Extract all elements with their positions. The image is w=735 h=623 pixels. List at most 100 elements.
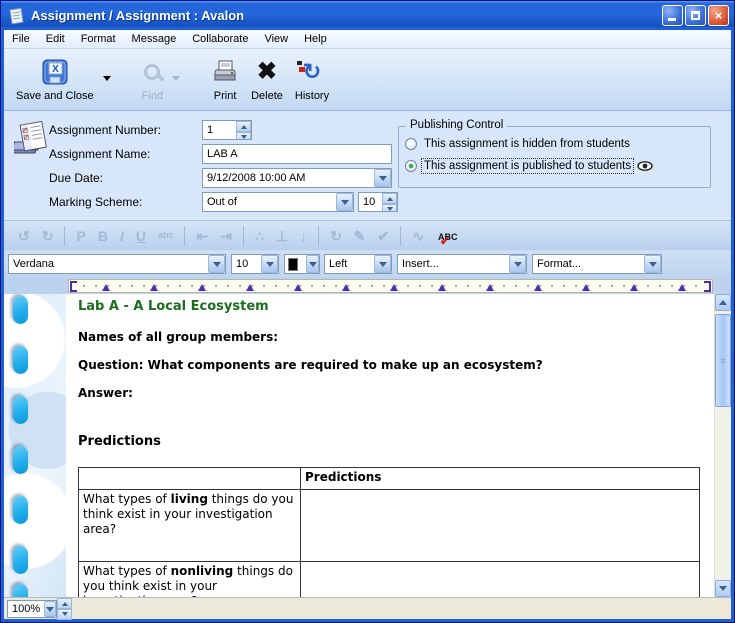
save-and-close-icon: X [40,55,70,89]
format-combo[interactable]: Format... [532,254,662,274]
document-editor[interactable]: Lab A - A Local Ecosystem Names of all g… [66,294,714,597]
spellcheck-check-icon: ✔ [440,234,450,248]
spellcheck-button[interactable]: ABC ✔ [430,227,466,245]
tab-stop-marker[interactable] [630,284,638,291]
font-size-dropdown-button[interactable] [261,255,278,273]
assignment-form: Assignment Number: Assignment Name: Due … [4,111,731,221]
tab-stop-marker[interactable] [246,284,254,291]
marking-scheme-combo[interactable]: Out of [202,192,354,212]
tab-stop-marker[interactable] [390,284,398,291]
tab-stop-marker[interactable] [534,284,542,291]
minimize-button[interactable] [662,5,683,26]
binding-pill [13,446,28,474]
spin-up-icon[interactable] [382,193,397,204]
italic-icon: I [114,229,130,243]
score-spin-buttons[interactable] [382,193,397,211]
menu-file[interactable]: File [4,31,38,47]
tab-stop-marker[interactable] [678,284,686,291]
marking-scheme-dropdown-button[interactable] [336,193,353,211]
spin-down-icon[interactable] [382,204,397,212]
print-button[interactable]: Print [205,53,245,104]
minimize-icon [668,18,676,21]
tab-stop-marker[interactable] [150,284,158,291]
due-date-dropdown-button[interactable] [374,169,391,187]
radio-published-option[interactable]: This assignment is published to students [405,158,653,174]
tab-stop-marker[interactable] [294,284,302,291]
separator [243,226,244,246]
font-color-dropdown-button[interactable] [306,255,319,273]
save-and-close-label: Save and Close [16,90,94,102]
font-color-swatch [288,258,298,271]
underline-icon: U [130,229,152,243]
zoom-dropdown-button[interactable] [44,601,56,617]
chevron-down-icon [379,262,387,271]
spin-up-icon[interactable] [236,121,251,132]
client-area: File Edit Format Message Collaborate Vie… [4,30,731,619]
save-and-close-menu-arrow[interactable] [100,55,114,101]
font-color-combo[interactable] [284,254,320,274]
menu-help[interactable]: Help [296,31,335,47]
table-cell-question-nonliving[interactable]: What types of nonliving things do you th… [79,562,301,598]
tab-stop-marker[interactable] [438,284,446,291]
insert-combo[interactable]: Insert... [397,254,527,274]
table-cell-answer-living[interactable] [301,490,700,562]
font-size-combo[interactable]: 10 [231,254,279,274]
menu-view[interactable]: View [256,31,296,47]
assignment-number-stepper[interactable]: 1 [202,120,252,140]
ruler-band [68,279,713,293]
due-date-combo[interactable]: 9/12/2008 10:00 AM [202,168,392,188]
table-cell-answer-nonliving[interactable] [301,562,700,598]
spin-down-icon[interactable] [57,609,72,620]
assignment-name-input[interactable] [203,148,391,160]
notebook-binding-decoration [4,294,66,597]
tab-stop-marker[interactable] [198,284,206,291]
close-button[interactable]: × [708,5,729,26]
tab-stop-marker[interactable] [102,284,110,291]
scroll-down-button[interactable] [715,580,731,597]
zoom-combo[interactable]: 100% [7,600,57,618]
maximize-icon [691,11,700,20]
scrollbar-thumb[interactable]: ≡ [715,314,731,407]
maximize-button[interactable] [685,5,706,26]
delete-button[interactable]: ✖ Delete [245,53,289,104]
delete-label: Delete [251,90,283,102]
insert-marker-icon: ∴ [249,229,270,243]
marking-scheme-score-stepper[interactable]: 10 [358,192,398,212]
font-family-combo[interactable]: Verdana [8,254,226,274]
scroll-up-button[interactable] [715,294,731,311]
spin-up-icon[interactable] [57,598,72,609]
font-toolbar: Verdana 10 Left Insert... Format... [4,251,731,279]
zoom-stepper[interactable] [57,598,72,616]
menu-edit[interactable]: Edit [38,31,73,47]
insert-dropdown-button[interactable] [509,255,526,273]
radio-unselected-icon[interactable] [405,138,417,150]
font-family-dropdown-button[interactable] [208,255,225,273]
history-button[interactable]: ↻ History [289,53,335,104]
undo-icon: ↺ [12,229,36,243]
format-value: Format... [533,258,644,270]
assignment-icon [14,119,54,166]
save-and-close-button[interactable]: X Save and Close [10,53,100,104]
tab-stop-marker[interactable] [582,284,590,291]
format-dropdown-button[interactable] [644,255,661,273]
left-margin-marker[interactable] [70,281,77,292]
due-date-value: 9/12/2008 10:00 AM [203,172,374,184]
menu-format[interactable]: Format [73,31,124,47]
assignment-name-field[interactable] [202,144,392,164]
alignment-dropdown-button[interactable] [374,255,391,273]
menu-collaborate[interactable]: Collaborate [184,31,256,47]
tab-stop-marker[interactable] [342,284,350,291]
tab-stop-marker[interactable] [486,284,494,291]
radio-hidden-option[interactable]: This assignment is hidden from students [405,136,632,152]
table-cell-question-living[interactable]: What types of living things do you think… [79,490,301,562]
main-toolbar: X Save and Close Find [4,49,731,111]
right-margin-marker[interactable] [704,281,711,292]
window-title: Assignment / Assignment : Avalon [31,8,660,23]
alignment-combo[interactable]: Left [324,254,392,274]
spin-down-icon[interactable] [236,132,251,140]
assignment-number-spin-buttons[interactable] [236,121,251,139]
predictions-table: Predictions What types of living things … [78,467,700,597]
menu-message[interactable]: Message [124,31,185,47]
vertical-scrollbar[interactable]: ≡ [714,294,731,597]
radio-selected-icon[interactable] [405,160,417,172]
